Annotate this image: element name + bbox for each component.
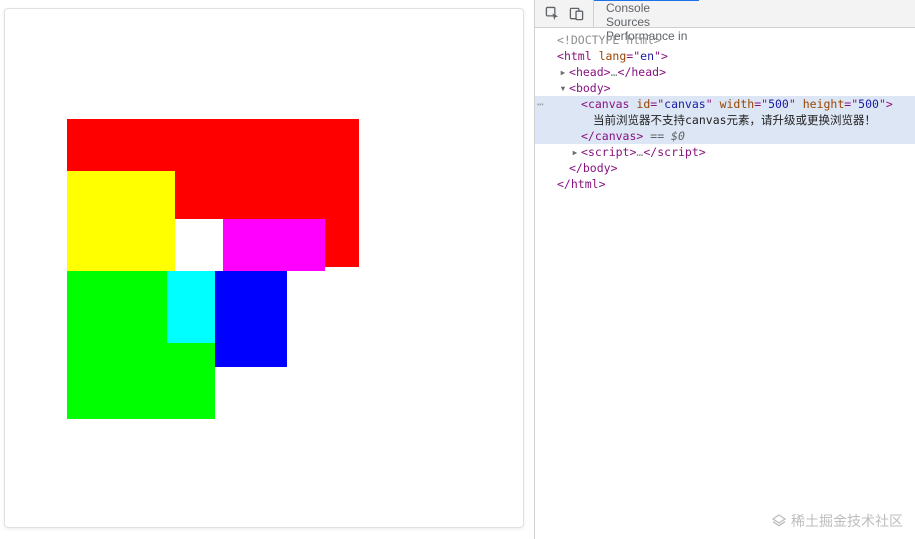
inspect-element-icon[interactable] [541,3,563,25]
dom-doctype[interactable]: <!DOCTYPE html> [535,32,915,48]
canvas-rect [67,171,175,271]
dom-body-close[interactable]: </body> [535,160,915,176]
canvas-rect [175,219,223,271]
collapse-arrow-icon[interactable]: ▾ [557,80,569,96]
devtools-panel: ElementsConsoleSourcesPerformance in <!D… [535,0,915,539]
dom-html-close[interactable]: </html> [535,176,915,192]
dom-script[interactable]: ▸ <script>…</script> [535,144,915,160]
devtools-tabbar: ElementsConsoleSourcesPerformance in [535,0,915,28]
dom-canvas-close[interactable]: </canvas> == $0 [535,128,915,144]
device-toggle-icon[interactable] [565,3,587,25]
devtools-toolbar-icons [535,0,594,27]
canvas-card [4,8,524,528]
dom-canvas-open[interactable]: ⋯ <canvas id="canvas" width="500" height… [535,96,915,112]
canvas-rect [215,271,287,367]
devtools-tab-console[interactable]: Console [594,1,699,15]
dom-body-open[interactable]: ▾ <body> [535,80,915,96]
expand-arrow-icon[interactable]: ▸ [557,64,569,80]
canvas-rect [223,219,325,271]
expand-arrow-icon[interactable]: ▸ [569,144,581,160]
dom-canvas-textnode[interactable]: 当前浏览器不支持canvas元素，请升级或更换浏览器！ [535,112,915,128]
dom-html-open[interactable]: <html lang="en"> [535,48,915,64]
dom-head[interactable]: ▸ <head>…</head> [535,64,915,80]
selected-node-marker: ⋯ [537,96,545,112]
canvas-rect [167,271,215,343]
elements-tree[interactable]: <!DOCTYPE html> <html lang="en"> ▸ <head… [535,28,915,539]
devtools-tab-sources[interactable]: Sources [594,15,699,29]
page-preview [0,0,535,539]
